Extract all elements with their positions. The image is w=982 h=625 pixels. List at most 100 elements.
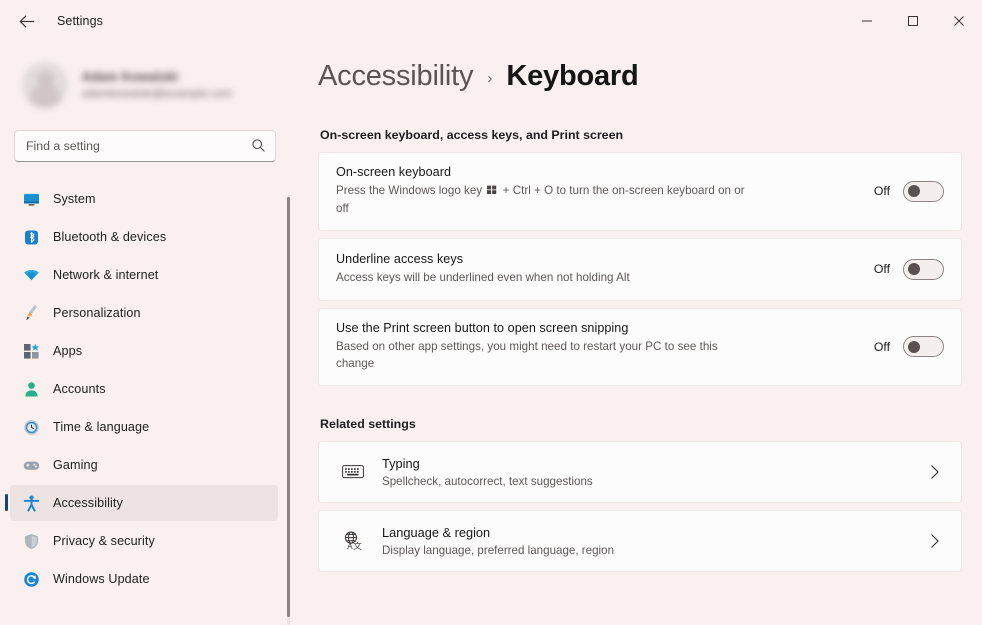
underline-access-keys-toggle[interactable]	[903, 258, 944, 280]
setting-card-underline-access-keys: Underline access keys Access keys will b…	[318, 237, 962, 301]
close-icon	[954, 16, 964, 26]
close-button[interactable]	[936, 0, 982, 42]
search-box[interactable]	[14, 130, 276, 162]
card-body: Use the Print screen button to open scre…	[336, 309, 874, 385]
search-container	[0, 116, 292, 162]
settings-window: Settings Adam Kowalski adamkowalski@exam…	[0, 0, 982, 625]
gamepad-icon	[23, 457, 40, 474]
related-link-typing[interactable]: Typing Spellcheck, autocorrect, text sug…	[318, 440, 962, 503]
setting-title: On-screen keyboard	[336, 165, 451, 179]
paintbrush-icon	[23, 304, 40, 322]
sidebar-item-accessibility[interactable]: Accessibility	[5, 485, 278, 521]
shield-icon	[23, 533, 40, 550]
sidebar-item-label: Privacy & security	[53, 534, 155, 548]
app-title: Settings	[57, 14, 103, 28]
related-link-description: Display language, preferred language, re…	[382, 543, 615, 557]
minimize-icon	[862, 20, 872, 22]
toggle-thumb	[908, 340, 920, 353]
user-profile[interactable]: Adam Kowalski adamkowalski@example.com	[0, 42, 292, 116]
sidebar-item-label: Time & language	[53, 420, 150, 434]
sidebar-item-label: Accessibility	[53, 496, 123, 510]
setting-description: Access keys will be underlined even when…	[336, 270, 630, 284]
sidebar-item-apps[interactable]: Apps	[10, 333, 278, 369]
setting-card-print-screen-snipping: Use the Print screen button to open scre…	[318, 307, 962, 386]
setting-title: Underline access keys	[336, 251, 464, 266]
windows-logo-key-icon	[487, 184, 497, 201]
toggle-zone: Off	[873, 180, 946, 202]
toggle-zone: Off	[873, 258, 946, 280]
sidebar-item-label: Apps	[53, 344, 83, 358]
maximize-icon	[908, 16, 918, 26]
accessibility-person-icon	[23, 495, 40, 512]
bluetooth-icon	[23, 229, 40, 246]
wifi-icon	[23, 267, 40, 284]
toggle-state-label: Off	[873, 184, 890, 199]
clock-globe-icon	[23, 419, 40, 436]
toggle-state-label: Off	[873, 262, 890, 277]
breadcrumb-parent-link[interactable]: Accessibility	[318, 60, 474, 93]
sidebar-item-system[interactable]: System	[10, 181, 278, 217]
back-button[interactable]	[10, 6, 44, 36]
sidebar-item-label: Personalization	[53, 306, 141, 320]
card-body: On-screen keyboard Press the Windows log…	[336, 153, 874, 230]
profile-email: adamkowalski@example.com	[82, 87, 233, 100]
toggle-thumb	[908, 185, 920, 198]
profile-name: Adam Kowalski	[82, 69, 179, 84]
window-controls	[844, 0, 982, 42]
sidebar-item-bluetooth-devices[interactable]: Bluetooth & devices	[10, 219, 278, 255]
sidebar-item-label: Gaming	[53, 458, 98, 472]
related-link-title: Typing	[382, 455, 420, 471]
person-icon	[23, 381, 40, 398]
breadcrumb-separator: ›	[487, 69, 493, 87]
sidebar-scrollbar-thumb[interactable]	[287, 197, 290, 617]
search-input[interactable]	[15, 139, 275, 153]
toggle-zone: Off	[873, 336, 946, 358]
avatar	[22, 61, 68, 108]
toggle-thumb	[908, 263, 920, 276]
update-refresh-icon	[23, 571, 40, 588]
sidebar-item-gaming[interactable]: Gaming	[10, 447, 278, 483]
back-arrow-icon	[18, 14, 34, 28]
sidebar-item-privacy-security[interactable]: Privacy & security	[10, 523, 278, 559]
setting-title: Use the Print screen button to open scre…	[336, 320, 629, 335]
profile-text: Adam Kowalski adamkowalski@example.com	[82, 70, 232, 100]
setting-description: Press the Windows logo key + Ctrl + O to…	[336, 183, 756, 218]
maximize-button[interactable]	[890, 0, 936, 42]
sidebar-item-time-language[interactable]: Time & language	[10, 409, 278, 445]
related-link-language-region[interactable]: A 文 Language & region Display language, …	[318, 509, 962, 572]
language-globe-icon: A 文	[336, 531, 370, 550]
sidebar-item-windows-update[interactable]: Windows Update	[10, 561, 278, 597]
page-title: Keyboard	[506, 59, 639, 92]
card-body: Underline access keys Access keys will b…	[336, 240, 874, 299]
sidebar-item-network-internet[interactable]: Network & internet	[10, 257, 278, 293]
setting-card-on-screen-keyboard: On-screen keyboard Press the Windows log…	[318, 152, 962, 231]
card-body: Typing Spellcheck, autocorrect, text sug…	[382, 444, 929, 500]
minimize-button[interactable]	[844, 0, 890, 42]
related-link-description: Spellcheck, autocorrect, text suggestion…	[382, 474, 593, 488]
sidebar-item-label: System	[53, 192, 96, 206]
breadcrumb: Accessibility › Keyboard	[318, 52, 982, 100]
sidebar-item-label: Bluetooth & devices	[53, 230, 167, 244]
chevron-right-icon	[929, 533, 946, 549]
chevron-right-icon	[929, 464, 946, 480]
keyboard-icon	[336, 463, 370, 480]
sidebar-item-label: Accounts	[53, 382, 106, 396]
svg-text:文: 文	[353, 541, 362, 550]
sidebar-item-personalization[interactable]: Personalization	[10, 295, 278, 331]
apps-grid-icon	[23, 343, 40, 360]
print-screen-snipping-toggle[interactable]	[903, 336, 944, 358]
search-icon	[251, 138, 266, 158]
title-bar: Settings	[0, 0, 982, 42]
toggle-state-label: Off	[873, 339, 890, 354]
main-content: Accessibility › Keyboard On-screen keybo…	[292, 42, 982, 625]
sidebar-item-accounts[interactable]: Accounts	[10, 371, 278, 407]
setting-description-part-1: Press the Windows logo key	[336, 184, 483, 197]
section-heading-related-settings: Related settings	[320, 416, 416, 431]
sidebar-scrollbar[interactable]	[287, 195, 290, 625]
on-screen-keyboard-toggle[interactable]	[903, 180, 944, 202]
sidebar-item-label: Windows Update	[53, 572, 150, 586]
sidebar-item-label: Network & internet	[53, 268, 159, 282]
related-link-title: Language & region	[382, 524, 491, 540]
card-body: Language & region Display language, pref…	[382, 513, 929, 569]
sidebar-nav: System Bluetooth & devices Network & int…	[0, 181, 292, 601]
